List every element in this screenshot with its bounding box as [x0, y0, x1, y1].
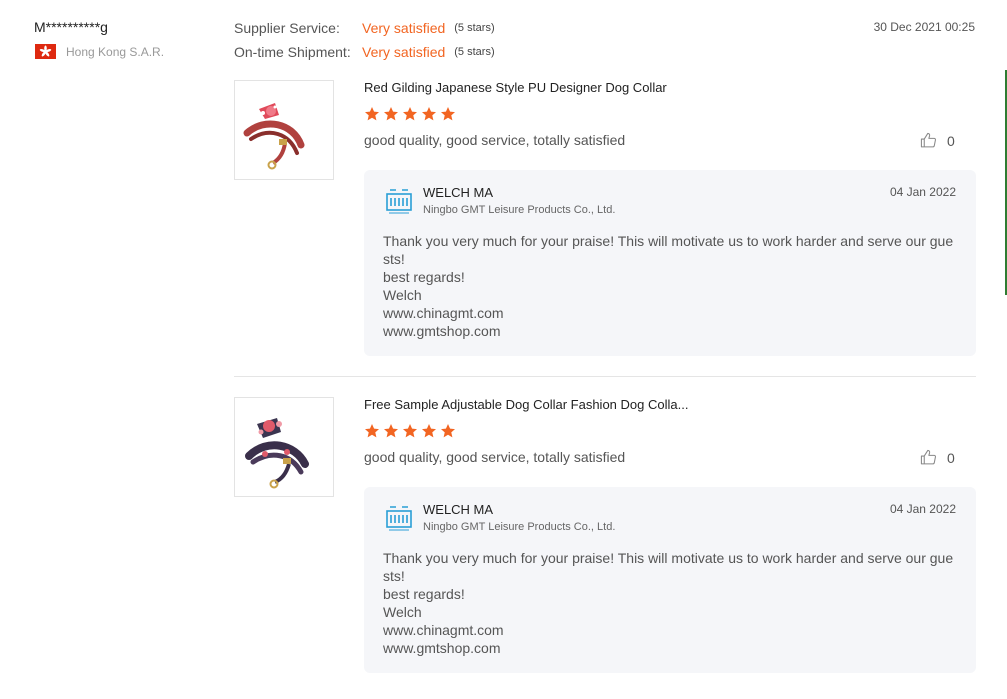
reply-link[interactable]: www.gmtshop.com: [383, 322, 955, 340]
product-title[interactable]: Red Gilding Japanese Style PU Designer D…: [364, 80, 667, 95]
buyer-location: Hong Kong S.A.R.: [35, 44, 164, 59]
review-date: 30 Dec 2021 00:25: [873, 20, 975, 34]
star-icon: [365, 107, 379, 121]
star-icon: [403, 107, 417, 121]
reply-date: 04 Jan 2022: [889, 185, 956, 199]
rating-stars-text: (5 stars): [454, 22, 495, 34]
reply-link[interactable]: www.gmtshop.com: [383, 639, 955, 657]
hong-kong-flag-icon: [35, 44, 56, 59]
rating-value: Very satisfied: [362, 44, 446, 60]
reply-text: Thank you very much for your praise! Thi…: [383, 232, 955, 340]
product-title[interactable]: Free Sample Adjustable Dog Collar Fashio…: [364, 397, 688, 412]
product-image[interactable]: [234, 80, 334, 180]
star-icon: [403, 424, 417, 438]
gmt-logo-icon: [386, 506, 412, 531]
rating-ontime-shipment: On-time Shipment: Very satisfied (5 star…: [234, 44, 495, 60]
like-count: 0: [947, 132, 955, 149]
star-icon: [422, 424, 436, 438]
star-icon: [422, 107, 436, 121]
reply-line: Thank you very much for your praise! Thi…: [383, 550, 954, 584]
rating-stars-text: (5 stars): [454, 46, 495, 58]
gmt-logo-icon: [386, 189, 412, 214]
reply-author-name: WELCH MA: [423, 185, 494, 200]
supplier-reply: WELCH MA Ningbo GMT Leisure Products Co.…: [364, 170, 976, 356]
reply-date: 04 Jan 2022: [889, 502, 956, 516]
reply-line: Welch: [383, 604, 422, 620]
reply-company: Ningbo GMT Leisure Products Co., Ltd.: [423, 204, 616, 216]
reply-company: Ningbo GMT Leisure Products Co., Ltd.: [423, 521, 616, 533]
reply-link[interactable]: www.chinagmt.com: [383, 621, 955, 639]
product-star-rating: [364, 106, 456, 122]
star-icon: [384, 107, 398, 121]
star-icon: [441, 107, 455, 121]
like-count: 0: [947, 449, 955, 466]
buyer-location-label: Hong Kong S.A.R.: [66, 44, 165, 59]
rating-value: Very satisfied: [362, 20, 446, 36]
star-icon: [384, 424, 398, 438]
reply-author-name: WELCH MA: [423, 502, 494, 517]
supplier-reply: WELCH MA Ningbo GMT Leisure Products Co.…: [364, 487, 976, 673]
like-button[interactable]: 0: [920, 449, 955, 466]
reply-line: Welch: [383, 287, 422, 303]
reply-line: best regards!: [383, 586, 465, 602]
product-image[interactable]: [234, 397, 334, 497]
reply-line: best regards!: [383, 269, 465, 285]
star-icon: [441, 424, 455, 438]
review-comment: good quality, good service, totally sati…: [364, 449, 626, 465]
like-button[interactable]: 0: [920, 132, 955, 149]
rating-label: On-time Shipment:: [234, 44, 351, 60]
rating-label: Supplier Service:: [234, 20, 340, 36]
reply-line: Thank you very much for your praise! Thi…: [383, 233, 954, 267]
divider: [234, 376, 976, 377]
buyer-name: M**********g: [34, 19, 108, 35]
rating-supplier-service: Supplier Service: Very satisfied (5 star…: [234, 20, 495, 36]
star-icon: [365, 424, 379, 438]
product-star-rating: [364, 423, 456, 439]
review-comment: good quality, good service, totally sati…: [364, 132, 626, 148]
reply-link[interactable]: www.chinagmt.com: [383, 304, 955, 322]
reply-text: Thank you very much for your praise! Thi…: [383, 549, 955, 657]
thumbs-up-icon: [920, 449, 936, 465]
thumbs-up-icon: [920, 132, 936, 148]
